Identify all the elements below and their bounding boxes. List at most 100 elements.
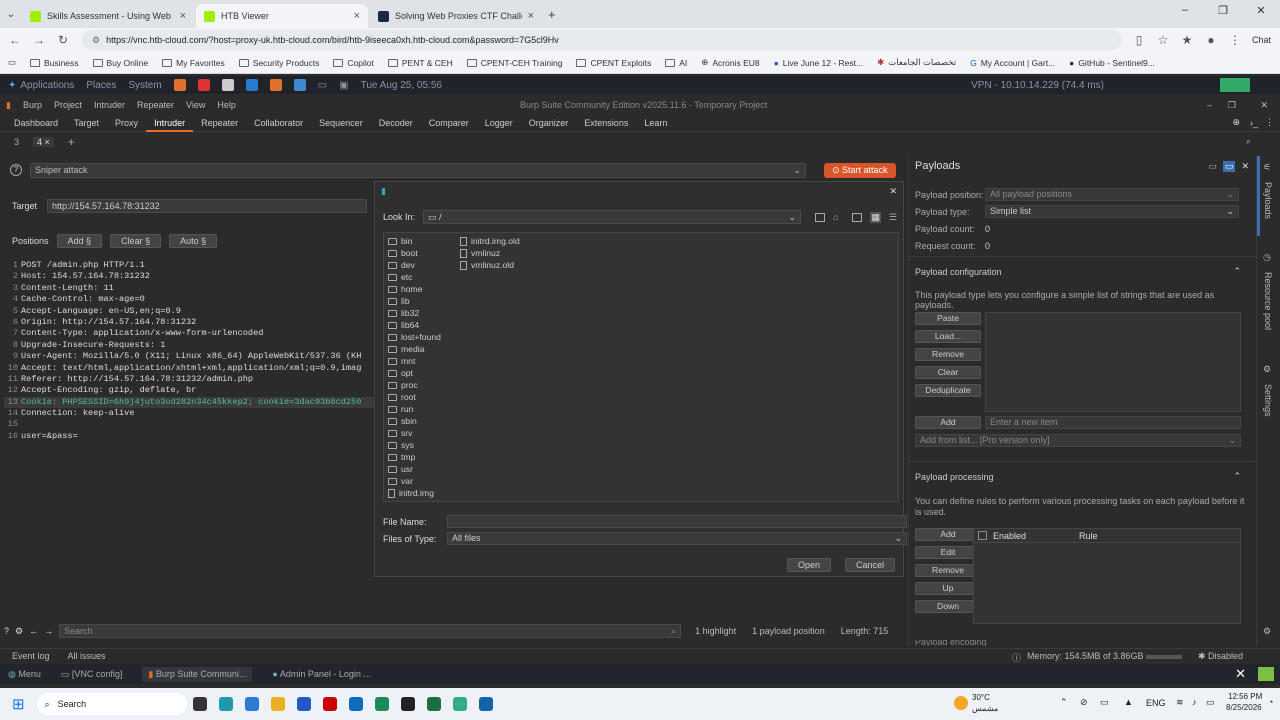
windows-start-icon[interactable]: ⊞ xyxy=(12,695,25,713)
event-log-link[interactable]: Event log xyxy=(12,651,50,661)
layout-icon[interactable]: ▭ xyxy=(1208,161,1217,172)
terminal-icon[interactable]: ›_ xyxy=(1250,118,1258,128)
paste-button[interactable]: Paste xyxy=(915,312,981,325)
tab-intruder[interactable]: Intruder xyxy=(146,114,194,132)
down-rule-button[interactable]: Down xyxy=(915,600,981,613)
back-arrow-icon[interactable]: ← xyxy=(29,626,38,636)
file-explorer-icon[interactable] xyxy=(270,697,285,711)
reading-mode-icon[interactable]: ▯ xyxy=(1132,33,1146,47)
auto-markers-button[interactable]: Auto § xyxy=(169,234,218,248)
details-view-icon[interactable]: ☰ xyxy=(889,212,897,223)
file-list-item[interactable]: media xyxy=(388,343,441,355)
minimize-icon[interactable]: – xyxy=(1207,100,1212,110)
places-menu[interactable]: Places xyxy=(86,80,116,91)
sidebar-toggle-icon[interactable]: ▭ xyxy=(8,57,16,68)
tab-dashboard[interactable]: Dashboard xyxy=(6,114,66,132)
file-list-item[interactable]: boot xyxy=(388,247,441,259)
add-marker-button[interactable]: Add § xyxy=(56,234,103,248)
files-icon[interactable]: ▣ xyxy=(339,80,348,91)
minimize-icon[interactable]: – xyxy=(1166,4,1204,17)
edit-rule-button[interactable]: Edit xyxy=(915,546,981,559)
file-list[interactable]: bin boot dev etc home lib lib32 lib64 lost+found… xyxy=(383,232,899,502)
home-icon[interactable]: ⌂ xyxy=(833,212,838,222)
back-icon[interactable]: ← xyxy=(8,33,22,47)
collapse-icon[interactable]: ⌃ xyxy=(1233,266,1241,277)
app-icon[interactable] xyxy=(322,697,337,711)
add-from-list-select[interactable]: Add from list... [Pro version only] ⌄ xyxy=(915,434,1241,447)
remove-button[interactable]: Remove xyxy=(915,348,981,361)
file-list-item[interactable]: opt xyxy=(388,367,441,379)
bookmark-item[interactable]: Buy Online xyxy=(92,58,148,68)
vscode-icon[interactable] xyxy=(245,79,258,91)
firefox-icon[interactable] xyxy=(173,79,186,91)
forward-icon[interactable]: → xyxy=(32,33,46,47)
app-tray-icon[interactable]: ▭ xyxy=(1100,697,1109,708)
settings-icon[interactable]: ⚙ xyxy=(15,626,23,637)
file-list-item[interactable]: proc xyxy=(388,379,441,391)
language-indicator[interactable]: ENG xyxy=(1146,698,1166,708)
open-button[interactable]: Open xyxy=(786,558,831,572)
close-icon[interactable]: ✕ xyxy=(1260,100,1268,111)
start-attack-button[interactable]: ⊙ Start attack xyxy=(824,162,896,178)
site-info-icon[interactable]: ⚙ xyxy=(92,35,100,46)
settings-gear-icon[interactable]: ⚙ xyxy=(1263,626,1271,637)
subtab-4[interactable]: 4 × xyxy=(33,137,54,147)
menu-view[interactable]: View xyxy=(186,100,205,111)
bookmark-item[interactable]: PENT & CEH xyxy=(387,58,453,68)
file-list-item[interactable]: lib64 xyxy=(388,319,441,331)
admin-panel-task[interactable]: ● Admin Panel - Login ... xyxy=(272,669,371,679)
forward-arrow-icon[interactable]: → xyxy=(44,626,53,636)
app-icon[interactable] xyxy=(197,79,210,91)
enabled-checkbox[interactable] xyxy=(978,531,987,540)
browser-tab-skills[interactable]: Skills Assessment - Using Web Pro × xyxy=(22,4,194,28)
tab-organizer[interactable]: Organizer xyxy=(521,114,577,132)
file-list-item[interactable]: sys xyxy=(388,439,441,451)
tab-proxy[interactable]: Proxy xyxy=(107,114,146,132)
tab-comparer[interactable]: Comparer xyxy=(421,114,477,132)
bookmark-item[interactable]: ⊕ Acronis EU8 xyxy=(701,57,759,68)
taskbar-search[interactable]: ⌕ Search xyxy=(36,693,187,715)
file-list-item[interactable]: initrd.img xyxy=(388,487,441,499)
remove-rule-button[interactable]: Remove xyxy=(915,564,981,577)
burp-task[interactable]: ▮ Burp Suite Communi... xyxy=(142,666,253,682)
reload-icon[interactable]: ↻ xyxy=(56,33,70,47)
close-tab-icon[interactable]: × xyxy=(180,10,186,22)
all-issues-link[interactable]: All issues xyxy=(68,651,106,661)
app-icon[interactable] xyxy=(293,79,306,91)
close-icon[interactable]: ✕ xyxy=(1241,161,1249,172)
menu-help[interactable]: Help xyxy=(217,100,236,111)
add-item-button[interactable]: Add xyxy=(915,416,981,429)
bookmark-item[interactable]: Copilot xyxy=(333,58,374,68)
menu-button[interactable]: ◍ Menu xyxy=(8,669,41,680)
tab-target[interactable]: Target xyxy=(66,114,107,132)
app-icon[interactable] xyxy=(221,79,234,91)
edge-icon[interactable] xyxy=(244,697,259,711)
tab-learn[interactable]: Learn xyxy=(636,114,675,132)
rail-resource-pool[interactable]: Resource pool xyxy=(1263,272,1273,330)
bookmark-item[interactable]: G My Account | Gart... xyxy=(970,58,1055,68)
file-list-item[interactable]: lost+found xyxy=(388,331,441,343)
new-item-input[interactable]: Enter a new item xyxy=(985,416,1241,429)
tray-icon[interactable]: ▲ xyxy=(1124,697,1133,707)
vnc-config-task[interactable]: ▭ [VNC config] xyxy=(61,669,123,680)
tab-decoder[interactable]: Decoder xyxy=(371,114,421,132)
rules-table[interactable]: Enabled Rule xyxy=(973,528,1241,624)
new-tab-icon[interactable]: + xyxy=(548,7,556,22)
file-list-item[interactable]: srv xyxy=(388,427,441,439)
chat-button[interactable]: Chat xyxy=(1252,35,1271,45)
chevron-up-icon[interactable]: ⌃ xyxy=(1060,697,1068,708)
file-list-item[interactable]: dev xyxy=(388,259,441,271)
task-view-icon[interactable] xyxy=(192,697,207,711)
profile-avatar-icon[interactable]: ● xyxy=(1204,33,1218,47)
bookmark-item[interactable]: My Favorites xyxy=(162,58,225,68)
applications-menu[interactable]: ✦ Applications xyxy=(8,80,74,91)
browser-tab-ctf[interactable]: Solving Web Proxies CTF Challeng × xyxy=(370,4,542,28)
clear-markers-button[interactable]: Clear § xyxy=(110,234,162,248)
subtab-3[interactable]: 3 xyxy=(14,137,19,147)
volume-icon[interactable]: ♪ xyxy=(1192,697,1197,707)
restore-icon[interactable]: ❐ xyxy=(1228,100,1236,111)
attack-type-select[interactable]: Sniper attack ⌄ xyxy=(30,162,806,178)
new-folder-icon[interactable] xyxy=(852,212,863,222)
close-icon[interactable]: ✕ xyxy=(889,186,897,197)
bookmark-item[interactable]: AI xyxy=(665,58,687,68)
